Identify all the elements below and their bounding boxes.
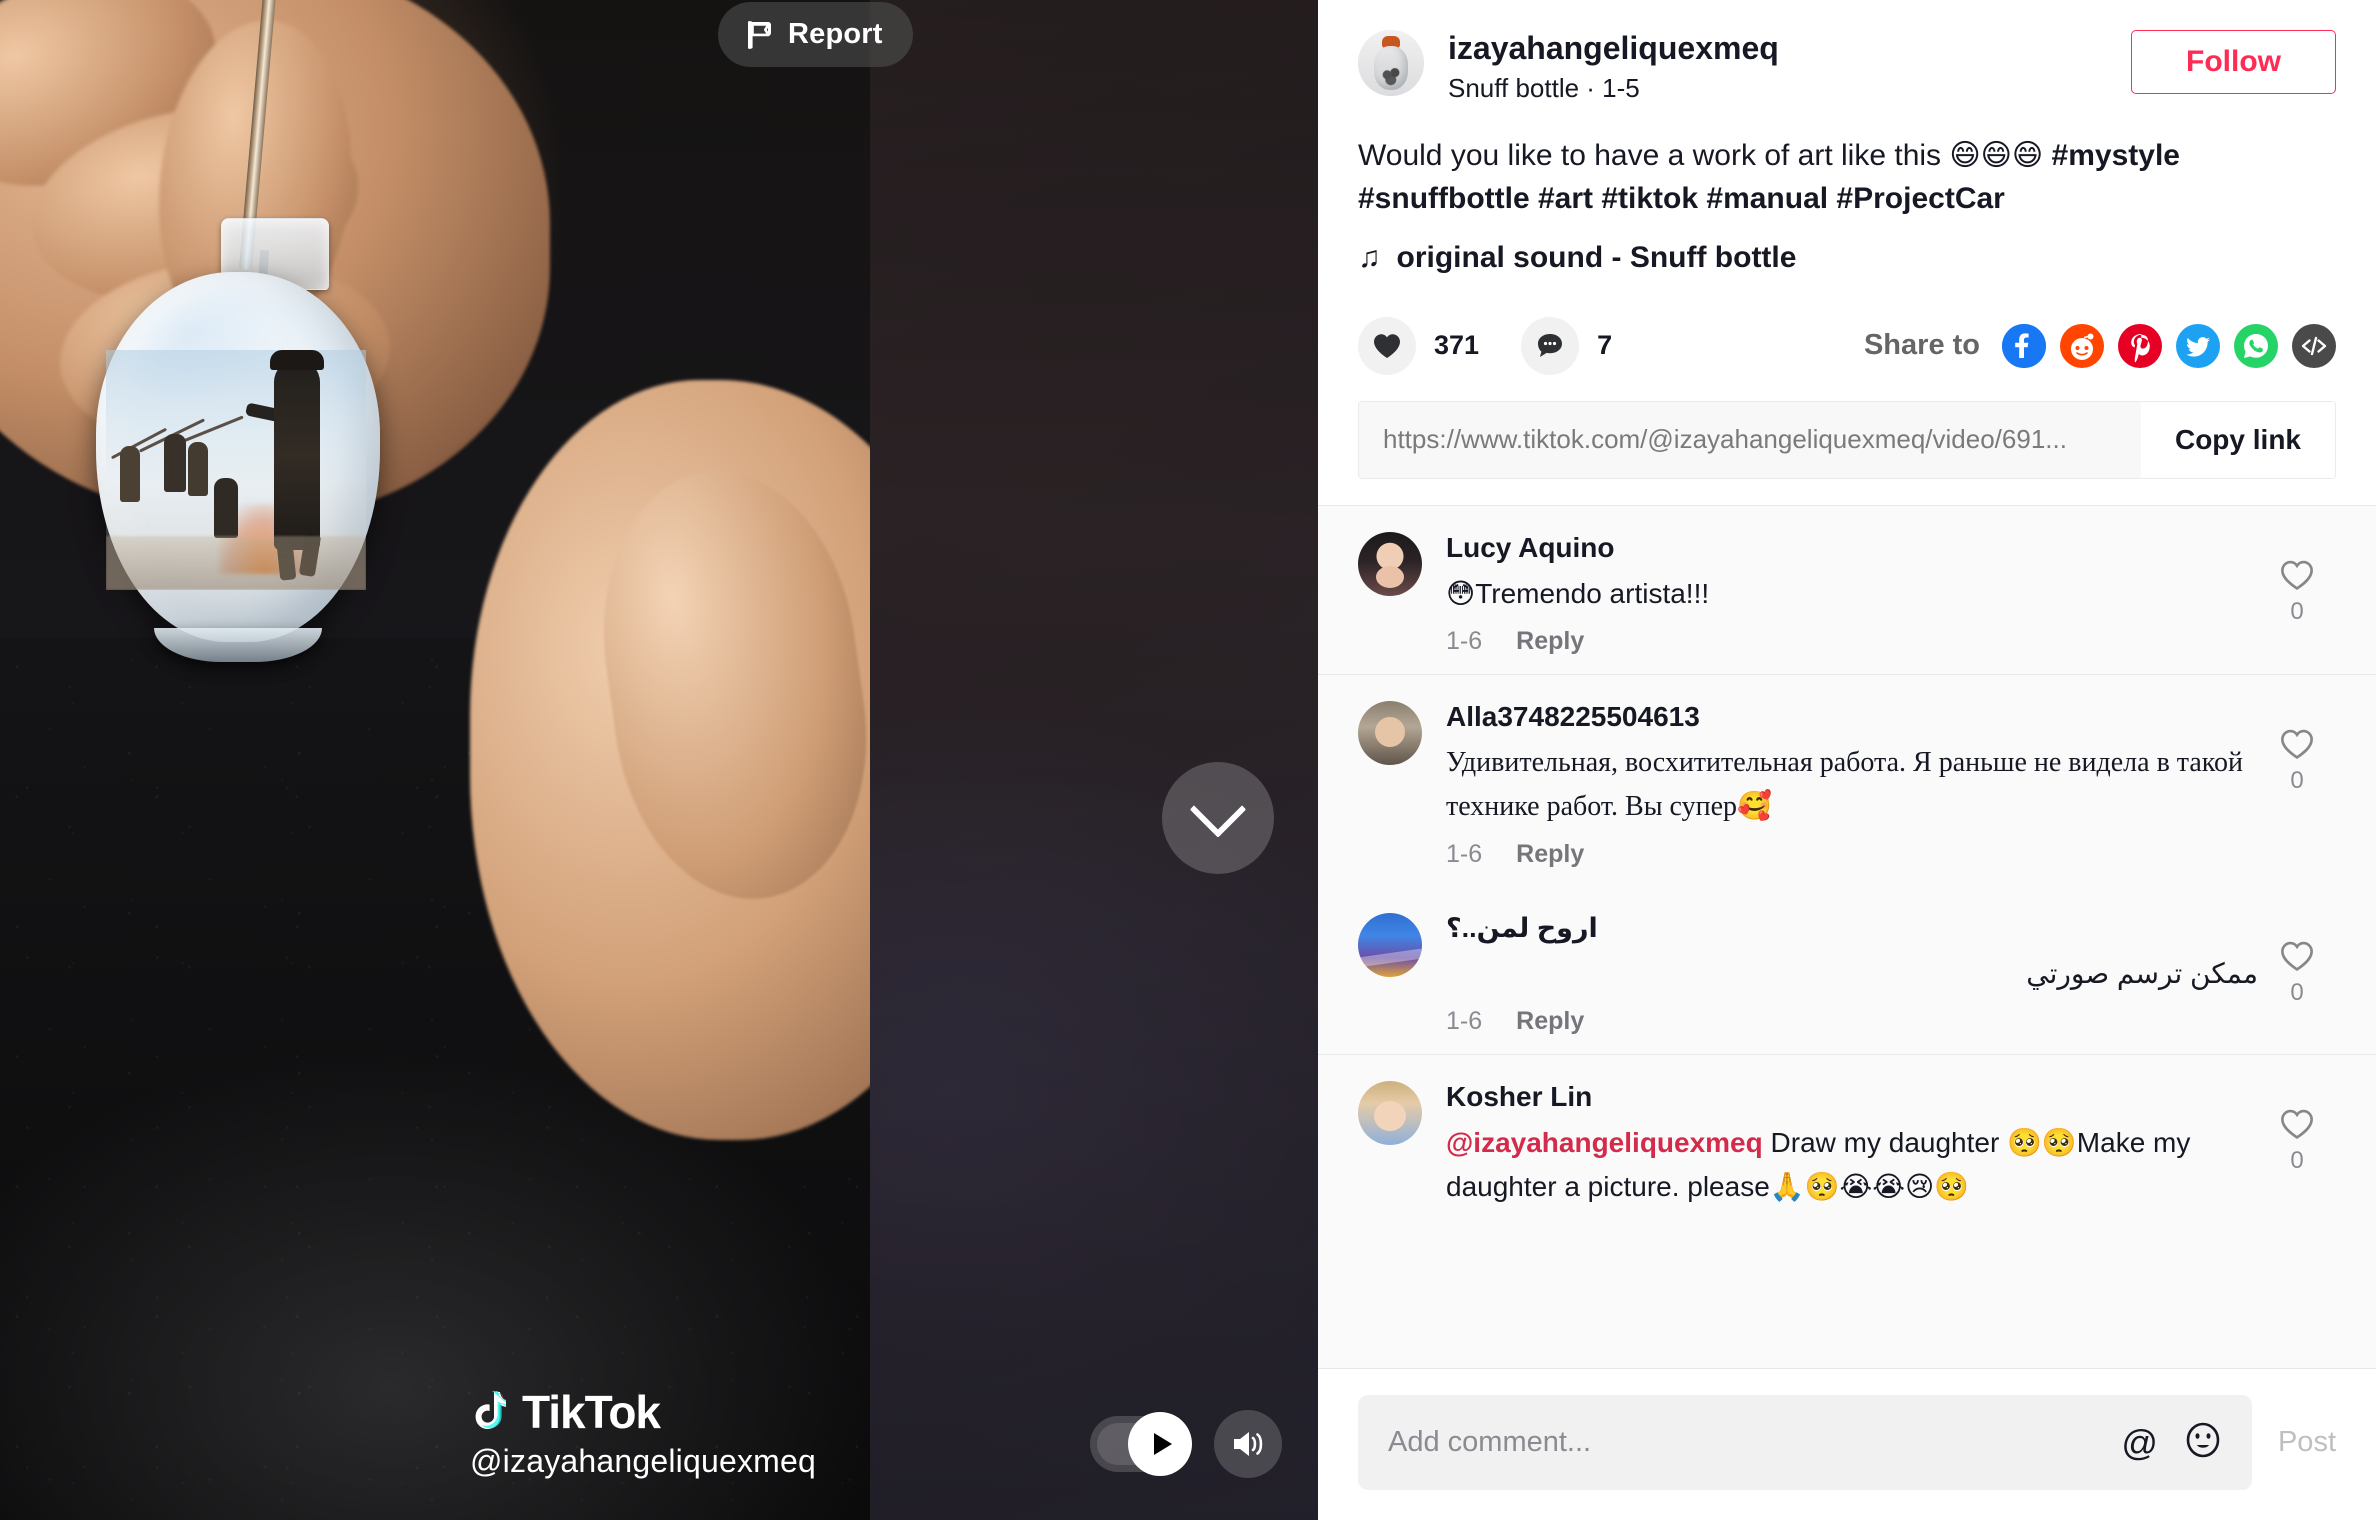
author-row: izayahangeliquexmeq Snuff bottle · 1-5 F…: [1358, 30, 2336, 104]
music-row[interactable]: ♫ original sound - Snuff bottle: [1358, 241, 2336, 275]
comment-reply-button[interactable]: Reply: [1516, 627, 1584, 656]
report-label: Report: [788, 18, 883, 50]
comment-like-count: 0: [2290, 978, 2304, 1006]
commenter-name[interactable]: Alla3748225504613: [1446, 701, 2258, 733]
whatsapp-share-icon[interactable]: [2234, 323, 2278, 368]
caption-text: Would you like to have a work of art lik…: [1358, 138, 2052, 172]
post-caption: Would you like to have a work of art lik…: [1358, 134, 2336, 221]
post-comment-button[interactable]: Post: [2278, 1426, 2336, 1459]
report-button[interactable]: Report: [718, 2, 913, 67]
heart-outline-icon: [2281, 560, 2313, 590]
post-header: izayahangeliquexmeq Snuff bottle · 1-5 F…: [1318, 0, 2376, 275]
author-avatar[interactable]: [1358, 30, 1424, 96]
commenter-name[interactable]: Lucy Aquino: [1446, 532, 2258, 564]
copy-link-bar: https://www.tiktok.com/@izayahangeliquex…: [1358, 400, 2336, 479]
painted-scene: [106, 350, 366, 590]
snuff-bottle: [88, 200, 388, 680]
volume-on-icon: [1234, 1432, 1263, 1456]
chevron-down-icon: [1189, 781, 1247, 838]
embed-share-icon[interactable]: [2292, 323, 2336, 368]
engagement-bar: 371 7 Share to: [1318, 316, 2376, 375]
music-note-icon: ♫: [1358, 240, 1381, 274]
caption-hashtag-mystyle[interactable]: #mystyle: [2052, 139, 2180, 172]
add-comment-placeholder: Add comment...: [1388, 1426, 1592, 1458]
share-row: Share to: [1863, 323, 2336, 368]
bottle-base: [154, 628, 322, 662]
comments-list[interactable]: Lucy Aquino 😳Tremendo artista!!! 1-6 Rep…: [1318, 504, 2376, 1368]
commenter-avatar[interactable]: [1358, 531, 1422, 596]
heart-outline-icon: [2281, 941, 2313, 971]
comment-count: 7: [1597, 330, 1613, 361]
comment-like[interactable]: 0: [2258, 532, 2336, 656]
comment-like-count: 0: [2290, 597, 2304, 625]
autoscroll-toggle[interactable]: [1090, 1412, 1192, 1476]
facebook-share-icon[interactable]: [2002, 323, 2046, 368]
commenter-name[interactable]: Kosher Lin: [1446, 1081, 2258, 1113]
comment-like[interactable]: 0: [2258, 701, 2336, 869]
like-button[interactable]: [1358, 316, 1416, 375]
video-watermark: TikTok @izayahangeliquexmeq: [470, 1385, 816, 1480]
comment-date: 1-6: [1446, 627, 1483, 656]
share-label: Share to: [1863, 329, 1980, 362]
video-stage[interactable]: Report TikTok @izayahangeliquexmeq: [0, 0, 1318, 1520]
comment-text: 😳Tremendo artista!!!: [1446, 577, 1710, 609]
commenter-name[interactable]: اروح لمن..؟: [1446, 913, 2258, 944]
comment-item: اروح لمن..؟ ممكن ترسم صورتي 1-6 Reply 0: [1318, 887, 2376, 1054]
video-url-field[interactable]: https://www.tiktok.com/@izayahangeliquex…: [1359, 401, 2141, 478]
comment-like[interactable]: 0: [2258, 913, 2336, 1036]
twitter-share-icon[interactable]: [2176, 323, 2220, 368]
player-controls: [1090, 1410, 1282, 1478]
follow-button[interactable]: Follow: [2131, 30, 2336, 94]
add-comment-input[interactable]: Add comment... @: [1358, 1395, 2252, 1490]
comment-like-count: 0: [2290, 1147, 2304, 1175]
comment-date: 1-6: [1446, 839, 1483, 868]
author-username[interactable]: izayahangeliquexmeq: [1448, 30, 1779, 67]
author-subtitle: Snuff bottle · 1-5: [1448, 72, 1640, 103]
volume-button[interactable]: [1214, 1410, 1282, 1478]
heart-outline-icon: [2281, 729, 2313, 760]
tiktok-logo-icon: [470, 1390, 506, 1434]
flag-icon: [748, 20, 774, 49]
play-icon: [1153, 1433, 1172, 1455]
comment-text: Удивительная, восхитительная работа. Я р…: [1446, 747, 2243, 822]
comment-item: Alla3748225504613 Удивительная, восхитит…: [1318, 675, 2376, 887]
caption-hashtags[interactable]: #snuffbottle #art #tiktok #manual #Proje…: [1358, 182, 2005, 215]
video-player[interactable]: [0, 0, 870, 1520]
comment-text: @izayahangeliquexmeq Draw my daughter 🥺🥺…: [1446, 1121, 2258, 1208]
heart-outline-icon: [2281, 1110, 2313, 1140]
music-title[interactable]: original sound - Snuff bottle: [1397, 241, 1797, 275]
emoji-picker-icon[interactable]: [2184, 1421, 2222, 1464]
comment-like[interactable]: 0: [2258, 1081, 2336, 1208]
comment-item: Kosher Lin @izayahangeliquexmeq Draw my …: [1318, 1055, 2376, 1226]
comment-reply-button[interactable]: Reply: [1516, 1007, 1584, 1036]
like-count: 371: [1434, 330, 1480, 361]
comment-reply-button[interactable]: Reply: [1516, 840, 1584, 869]
comment-composer: Add comment... @ Post: [1318, 1368, 2376, 1520]
next-video-button[interactable]: [1162, 762, 1274, 874]
commenter-avatar[interactable]: [1358, 912, 1422, 977]
at-mention-icon[interactable]: @: [2121, 1424, 2158, 1461]
copy-link-button[interactable]: Copy link: [2140, 401, 2335, 478]
comment-text: ممكن ترسم صورتي: [2026, 957, 2258, 989]
like-action[interactable]: 371: [1358, 316, 1480, 375]
tiktok-video-page: Report TikTok @izayahangeliquexmeq izaya…: [0, 0, 2376, 1520]
commenter-avatar[interactable]: [1358, 701, 1422, 766]
comment-date: 1-6: [1446, 1007, 1483, 1036]
comment-item: Lucy Aquino 😳Tremendo artista!!! 1-6 Rep…: [1318, 506, 2376, 674]
comment-bubble-icon: [1538, 333, 1563, 357]
commenter-avatar[interactable]: [1358, 1081, 1422, 1146]
comment-mention[interactable]: @izayahangeliquexmeq: [1446, 1127, 1763, 1158]
watermark-brand: TikTok: [522, 1386, 661, 1438]
watermark-username: @izayahangeliquexmeq: [470, 1443, 817, 1479]
reddit-share-icon[interactable]: [2060, 323, 2104, 368]
play-button[interactable]: [1128, 1412, 1192, 1476]
comment-action[interactable]: 7: [1521, 316, 1613, 375]
comment-like-count: 0: [2290, 767, 2304, 795]
heart-filled-icon: [1374, 334, 1400, 358]
detail-panel: izayahangeliquexmeq Snuff bottle · 1-5 F…: [1318, 0, 2376, 1520]
comment-button[interactable]: [1521, 316, 1580, 375]
pinterest-share-icon[interactable]: [2118, 323, 2162, 368]
